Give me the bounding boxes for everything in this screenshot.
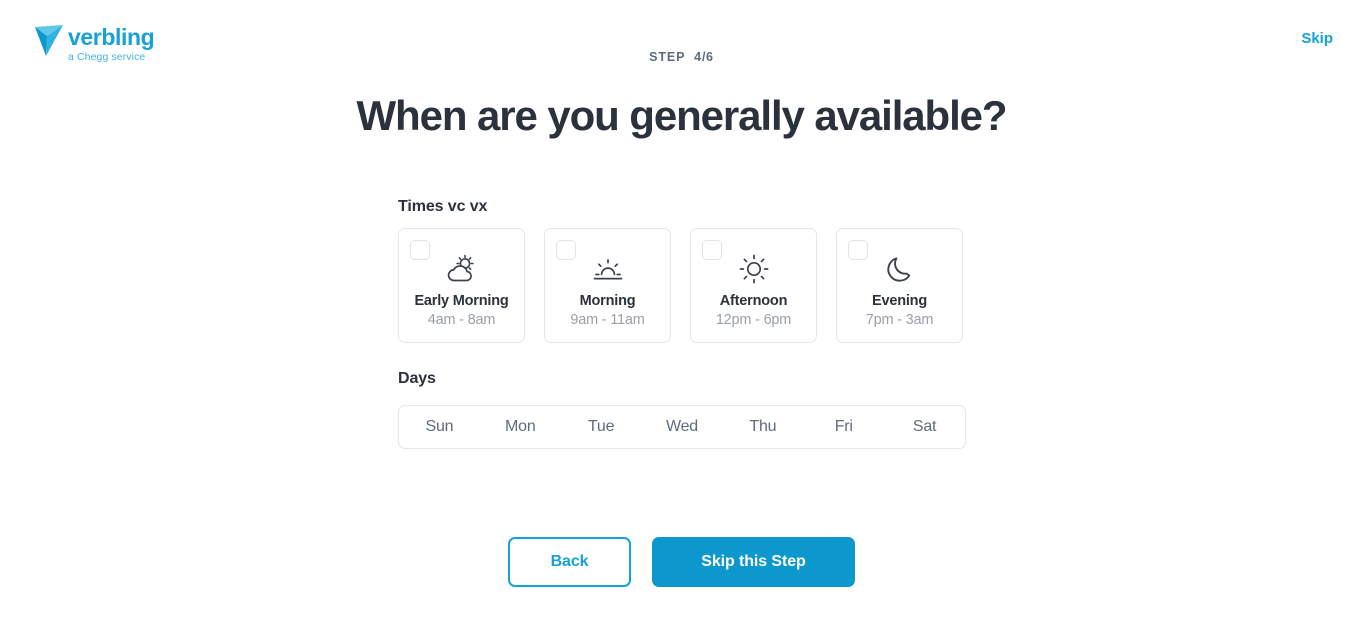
time-card-afternoon[interactable]: Afternoon 12pm - 6pm xyxy=(690,228,817,343)
time-checkbox-early-morning[interactable] xyxy=(410,240,430,260)
times-section-label: Times vc vx xyxy=(398,198,488,215)
time-card-evening[interactable]: Evening 7pm - 3am xyxy=(836,228,963,343)
availability-form: Times vc vx Early Morning 4am - 8am Morn… xyxy=(398,198,966,449)
days-selector: Sun Mon Tue Wed Thu Fri Sat xyxy=(398,405,966,449)
day-cell-sat[interactable]: Sat xyxy=(884,406,965,448)
time-checkbox-afternoon[interactable] xyxy=(702,240,722,260)
step-current: 4 xyxy=(694,50,702,64)
time-name-early-morning: Early Morning xyxy=(414,293,509,309)
time-range-evening: 7pm - 3am xyxy=(865,312,934,328)
times-options-group: Early Morning 4am - 8am Morning 9am - 11… xyxy=(398,228,966,343)
form-actions: Back Skip this Step xyxy=(0,537,1363,587)
skip-link[interactable]: Skip xyxy=(1301,30,1333,47)
step-indicator: STEP 4/6 xyxy=(0,50,1363,64)
time-range-afternoon: 12pm - 6pm xyxy=(715,312,792,328)
day-cell-tue[interactable]: Tue xyxy=(561,406,642,448)
time-name-evening: Evening xyxy=(872,293,927,309)
days-section-label: Days xyxy=(398,370,436,387)
page-title: When are you generally available? xyxy=(356,92,1008,139)
time-range-early-morning: 4am - 8am xyxy=(427,312,496,328)
skip-this-step-button[interactable]: Skip this Step xyxy=(652,537,855,587)
time-name-morning: Morning xyxy=(579,293,636,309)
time-card-morning[interactable]: Morning 9am - 11am xyxy=(544,228,671,343)
time-checkbox-morning[interactable] xyxy=(556,240,576,260)
day-cell-fri[interactable]: Fri xyxy=(803,406,884,448)
page-header: verbling a Chegg service STEP 4/6 Skip xyxy=(0,0,1363,90)
day-cell-mon[interactable]: Mon xyxy=(480,406,561,448)
time-checkbox-evening[interactable] xyxy=(848,240,868,260)
step-label: STEP xyxy=(649,50,686,64)
time-name-afternoon: Afternoon xyxy=(719,293,788,309)
back-button[interactable]: Back xyxy=(508,537,631,587)
day-cell-wed[interactable]: Wed xyxy=(642,406,723,448)
time-range-morning: 9am - 11am xyxy=(570,312,645,328)
day-cell-sun[interactable]: Sun xyxy=(399,406,480,448)
brand-name: verbling xyxy=(68,24,155,50)
step-total: 6 xyxy=(705,50,714,64)
day-cell-thu[interactable]: Thu xyxy=(722,406,803,448)
time-card-early-morning[interactable]: Early Morning 4am - 8am xyxy=(398,228,525,343)
